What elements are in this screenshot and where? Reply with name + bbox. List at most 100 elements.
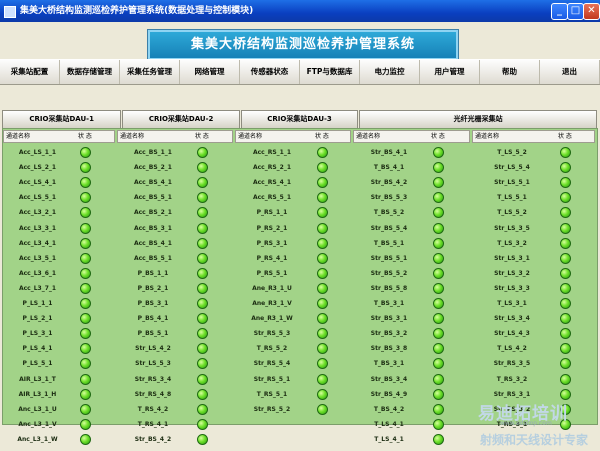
maximize-button[interactable]: □ bbox=[567, 3, 584, 20]
channel-name: Acc_RS_1_1 bbox=[252, 149, 292, 156]
status-led-icon bbox=[317, 162, 328, 174]
watermark-url: www.edatop.com bbox=[500, 420, 552, 427]
channel-status-panel: 通道名称 状 态 Acc_LS_1_1 Acc_LS_2_1 Acc_LS_4_1 Acc… bbox=[2, 128, 598, 445]
header-channel-name: 通道名称 bbox=[475, 133, 500, 140]
channel-name: Acc_L3_5_1 bbox=[18, 254, 57, 262]
channel-name: P_RS_3_1 bbox=[256, 239, 288, 247]
station-tab[interactable]: CRIO采集站DAU-2 bbox=[122, 110, 240, 128]
channel-name: Str_RS_3_4 bbox=[134, 375, 172, 383]
channel-name: P_BS_4_1 bbox=[137, 315, 169, 323]
status-led-icon bbox=[80, 237, 91, 249]
channel-name: Anc_L3_1_W bbox=[17, 435, 58, 443]
status-led-icon bbox=[560, 358, 571, 370]
channel-name: Str_BS_4_9 bbox=[370, 390, 408, 398]
status-led-icon bbox=[317, 207, 328, 219]
channel-name: Str_LS_4_2 bbox=[135, 345, 171, 353]
status-led-icon bbox=[80, 433, 91, 445]
channel-name: T_RS_4_2 bbox=[137, 405, 169, 413]
menu-item[interactable]: 用户管理 bbox=[420, 60, 480, 84]
channel-name: T_BS_3_1 bbox=[373, 360, 405, 368]
station-tab[interactable]: 光纤光栅采集站 bbox=[359, 110, 597, 128]
status-led-icon bbox=[560, 343, 571, 355]
channel-name: Acc_BS_2_1 bbox=[133, 164, 172, 172]
channel-name: Str_LS_5_4 bbox=[494, 164, 530, 172]
channel-name: Str_BS_4_1 bbox=[370, 149, 408, 156]
menu-item[interactable]: 退出 bbox=[540, 60, 600, 84]
menu-item[interactable]: 传感器状态 bbox=[240, 60, 300, 84]
watermark-logo: 易迪拓培训 www.edatop.com 射频和天线设计专家 bbox=[478, 399, 598, 449]
status-led-icon bbox=[80, 147, 91, 158]
system-banner-title: 集美大桥结构监测巡检养护管理系统 bbox=[148, 30, 458, 60]
status-led-icon bbox=[317, 343, 328, 355]
close-button[interactable]: ✕ bbox=[583, 3, 600, 20]
menu-item[interactable]: FTP与数据库 bbox=[300, 60, 360, 84]
channel-name: Str_BS_5_4 bbox=[370, 224, 408, 232]
channel-name: P_LS_5_1 bbox=[22, 360, 53, 368]
channel-name: Str_LS_3_1 bbox=[494, 254, 530, 262]
status-led-icon bbox=[560, 192, 571, 204]
status-led-icon bbox=[80, 267, 91, 279]
channel-name: Str_LS_3_3 bbox=[494, 284, 530, 292]
channel-name: AIR_L3_1_H bbox=[18, 390, 57, 398]
channel-name: P_LS_1_1 bbox=[22, 300, 53, 307]
status-led-icon bbox=[317, 222, 328, 234]
channel-name: P_RS_5_1 bbox=[256, 269, 288, 277]
channel-name: Acc_LS_5_1 bbox=[18, 194, 57, 202]
channel-name: Acc_L3_4_1 bbox=[18, 239, 57, 247]
channel-name: Acc_LS_1_1 bbox=[18, 149, 57, 156]
station-tab[interactable]: CRIO采集站DAU-1 bbox=[2, 110, 122, 128]
status-led-icon bbox=[317, 267, 328, 279]
channel-name: Acc_BS_4_1 bbox=[133, 179, 172, 187]
column-header: 通道名称 状 态 bbox=[472, 130, 595, 143]
status-led-icon bbox=[560, 267, 571, 279]
status-led-icon bbox=[317, 177, 328, 189]
status-led-icon bbox=[197, 358, 208, 370]
header-channel-name: 通道名称 bbox=[6, 133, 31, 140]
status-led-icon bbox=[560, 373, 571, 385]
menu-item[interactable]: 采集站配置 bbox=[0, 60, 60, 84]
channel-name: Anc_L3_1_V bbox=[18, 420, 57, 428]
status-led-icon bbox=[80, 388, 91, 400]
channel-name: Acc_L3_6_1 bbox=[18, 269, 57, 277]
menu-item[interactable]: 数据存储管理 bbox=[60, 60, 120, 84]
channel-name: T_BS_4_1 bbox=[373, 164, 405, 172]
status-led-icon bbox=[560, 222, 571, 234]
channel-name: P_LS_2_1 bbox=[22, 315, 53, 323]
status-led-icon bbox=[433, 282, 444, 294]
status-led-icon bbox=[560, 177, 571, 189]
menu-item[interactable]: 采集任务管理 bbox=[120, 60, 180, 84]
channel-name: Str_RS_3_5 bbox=[493, 360, 531, 368]
channel-name: P_BS_1_1 bbox=[137, 269, 169, 277]
status-led-icon bbox=[80, 282, 91, 294]
menu-item[interactable]: 电力监控 bbox=[360, 60, 420, 84]
channel-name: T_LS_4_2 bbox=[497, 345, 527, 353]
header-status: 状 态 bbox=[195, 133, 209, 140]
menu-item[interactable]: 网络管理 bbox=[180, 60, 240, 84]
channel-name: Str_RS_5_1 bbox=[253, 375, 291, 383]
channel-name: Acc_LS_2_1 bbox=[18, 164, 57, 172]
channel-name: P_BS_2_1 bbox=[137, 284, 169, 292]
menu-item[interactable]: 帮助 bbox=[480, 60, 540, 84]
station-tabs: CRIO采集站DAU-1 CRIO采集站DAU-2 CRIO采集站DAU-3 光纤光栅… bbox=[2, 110, 598, 128]
status-led-icon bbox=[560, 162, 571, 174]
watermark-tagline: 射频和天线设计专家 bbox=[480, 433, 589, 447]
channel-name: Acc_BS_5_1 bbox=[133, 254, 172, 262]
channel-name: Acc_L3_2_1 bbox=[18, 209, 57, 217]
status-led-icon bbox=[197, 252, 208, 264]
channel-name: T_LS_5_1 bbox=[497, 194, 527, 202]
header-channel-name: 通道名称 bbox=[238, 133, 263, 140]
channel-name: P_RS_4_1 bbox=[256, 254, 288, 262]
channel-name: T_BS_3_1 bbox=[373, 300, 405, 307]
column-header: 通道名称 状 态 bbox=[235, 130, 351, 143]
station-tab[interactable]: CRIO采集站DAU-3 bbox=[240, 110, 359, 128]
status-led-icon bbox=[197, 328, 208, 340]
minimize-button[interactable]: _ bbox=[551, 3, 568, 20]
status-led-icon bbox=[560, 282, 571, 294]
status-led-icon bbox=[197, 313, 208, 325]
app-icon bbox=[4, 6, 16, 18]
header-status: 状 态 bbox=[315, 133, 329, 140]
header-status: 状 态 bbox=[78, 133, 92, 140]
channel-name: Str_BS_4_2 bbox=[370, 179, 408, 187]
channel-name: Acc_L3_7_1 bbox=[18, 284, 57, 292]
channel-name: Ane_R3_1_V bbox=[252, 300, 292, 307]
